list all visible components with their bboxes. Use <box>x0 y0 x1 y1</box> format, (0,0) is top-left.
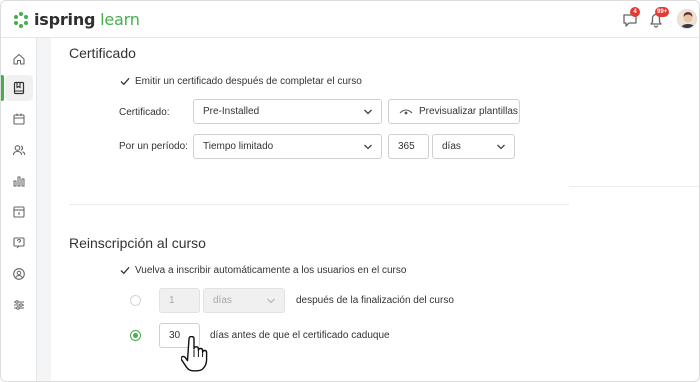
main-content: Certificado Emitir un certificado despué… <box>51 38 699 381</box>
sidebar-item-courses[interactable] <box>1 75 33 101</box>
issue-certificate-label: Emitir un certificado después de complet… <box>135 75 362 87</box>
brand-name: ispring learn <box>34 10 140 29</box>
chevron-down-icon <box>364 144 372 150</box>
certificate-select-value: Pre-Installed <box>203 106 260 117</box>
sidebar <box>1 38 37 381</box>
after-completion-text: después de la finalización del curso <box>296 295 454 306</box>
after-completion-days-input[interactable]: 1 <box>159 288 200 313</box>
user-avatar[interactable] <box>677 9 697 29</box>
notification-badge: 99+ <box>655 7 670 17</box>
sidebar-item-archive[interactable] <box>5 199 33 225</box>
period-unit-select[interactable]: días <box>432 134 515 159</box>
chevron-down-icon <box>267 298 275 304</box>
after-completion-radio[interactable] <box>130 295 141 306</box>
period-label: Por un período: <box>119 141 188 152</box>
sidebar-item-settings[interactable] <box>5 292 33 318</box>
after-completion-unit-select[interactable]: días <box>203 288 285 313</box>
sidebar-item-help[interactable] <box>5 230 33 256</box>
period-unit-value: días <box>442 141 461 152</box>
period-select[interactable]: Tiempo limitado <box>193 134 382 159</box>
issue-certificate-checkbox[interactable]: Emitir un certificado después de complet… <box>119 75 362 87</box>
eye-icon <box>399 108 413 114</box>
sidebar-item-people-search[interactable] <box>5 261 33 287</box>
ispring-logo-icon <box>13 11 29 28</box>
calendar-icon <box>13 113 25 125</box>
certificate-label: Certificado: <box>119 107 170 118</box>
bell-icon[interactable]: 99+ <box>647 7 670 29</box>
reenrollment-section-title: Reinscripción al curso <box>69 235 206 251</box>
after-completion-unit-value: días <box>213 295 232 306</box>
sidebar-item-reports[interactable] <box>5 168 33 194</box>
app-window: ispring learn 4 99+ Certificado Emitir u… <box>0 0 700 382</box>
chat-icon[interactable]: 4 <box>621 7 640 29</box>
hand-pointer-cursor-icon <box>181 336 208 372</box>
section-divider <box>69 204 569 205</box>
home-icon <box>13 53 25 65</box>
ispring-logo[interactable]: ispring learn <box>13 10 140 29</box>
archive-icon <box>13 206 25 218</box>
period-amount-input[interactable]: 365 <box>388 134 429 159</box>
help-chat-icon <box>13 237 25 249</box>
sliders-icon <box>14 300 24 310</box>
checkmark-icon <box>120 266 130 275</box>
divider-right <box>569 186 699 187</box>
sidebar-item-calendar[interactable] <box>5 106 33 132</box>
sidebar-item-home[interactable] <box>5 46 33 72</box>
preview-templates-button[interactable]: Previsualizar plantillas <box>388 99 520 124</box>
auto-reenroll-checkbox[interactable]: Vuelva a inscribir automáticamente a los… <box>119 264 406 276</box>
certificate-section-title: Certificado <box>69 45 136 61</box>
users-icon <box>12 145 26 156</box>
auto-reenroll-label: Vuelva a inscribir automáticamente a los… <box>135 264 407 276</box>
before-expiry-text: días antes de que el certificado caduque <box>210 330 390 341</box>
chevron-down-icon <box>364 109 372 115</box>
preview-templates-label: Previsualizar plantillas <box>419 106 518 117</box>
certificate-select[interactable]: Pre-Installed <box>193 99 382 124</box>
period-select-value: Tiempo limitado <box>203 141 274 152</box>
course-book-icon <box>13 81 25 95</box>
sidebar-gutter <box>37 38 51 381</box>
before-expiry-radio[interactable] <box>130 330 141 341</box>
chevron-down-icon <box>497 144 505 150</box>
person-search-icon <box>13 268 25 280</box>
top-header: ispring learn 4 99+ <box>1 1 699 38</box>
sidebar-item-users[interactable] <box>5 137 33 163</box>
checkmark-icon <box>120 77 130 86</box>
chat-badge: 4 <box>630 7 640 17</box>
bar-chart-icon <box>13 176 25 187</box>
